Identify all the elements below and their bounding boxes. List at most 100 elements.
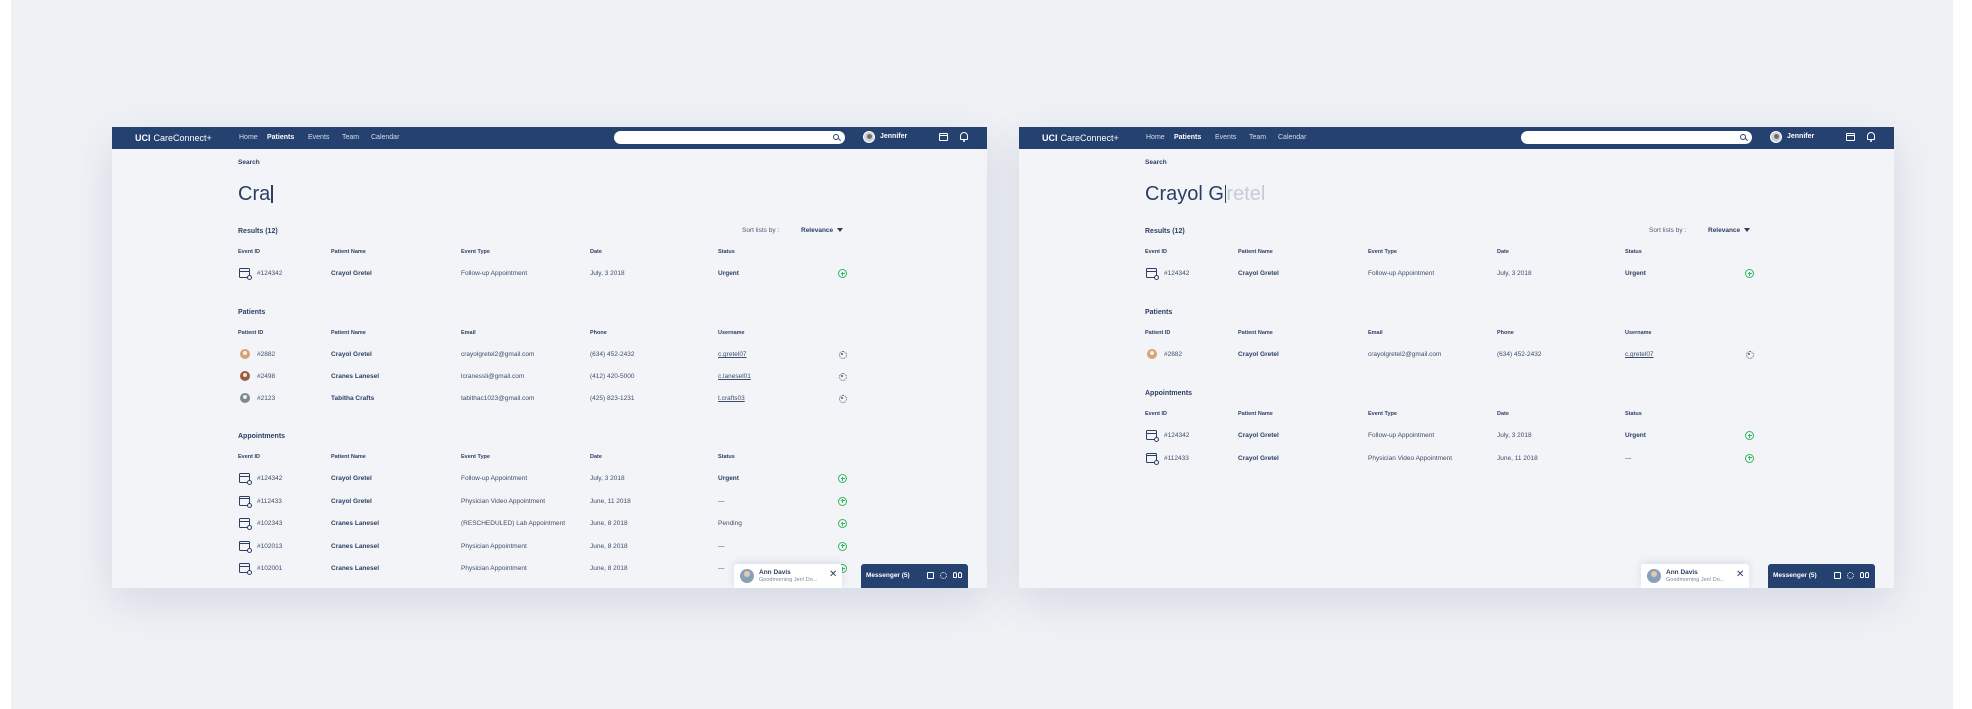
- section-title-patients: Patients: [238, 309, 266, 316]
- user-name[interactable]: Jennifer: [1787, 133, 1814, 140]
- section-title-appointments: Appointments: [1145, 390, 1193, 397]
- search-query-input[interactable]: Cra: [238, 183, 273, 206]
- patient-name[interactable]: Crayol Gretel: [331, 270, 372, 277]
- patient-name[interactable]: Crayol Gretel: [1238, 351, 1279, 358]
- gear-icon[interactable]: [1847, 572, 1854, 579]
- column-header: Event ID: [1145, 411, 1168, 417]
- add-circle-icon[interactable]: [838, 269, 847, 278]
- chat-conversation-card[interactable]: Ann Davis Goodmorning Jen! Do... ✕: [734, 564, 842, 588]
- patient-phone: (634) 452-2432: [1497, 351, 1542, 358]
- patient-name[interactable]: Cranes Lanesel: [331, 565, 379, 572]
- column-header: Event Type: [461, 454, 490, 460]
- user-avatar[interactable]: [863, 131, 875, 143]
- patient-name[interactable]: Tabitha Crafts: [331, 395, 374, 402]
- contacts-icon[interactable]: [953, 572, 962, 579]
- column-header: Phone: [1497, 330, 1514, 336]
- nav-home[interactable]: Home: [1146, 134, 1165, 141]
- add-circle-icon[interactable]: [838, 474, 847, 483]
- column-header: Event ID: [238, 454, 261, 460]
- sort-dropdown[interactable]: Relevance: [1708, 227, 1751, 234]
- sort-dropdown[interactable]: Relevance: [801, 227, 844, 234]
- search-icon[interactable]: [1740, 134, 1746, 140]
- user-name[interactable]: Jennifer: [880, 133, 907, 140]
- event-id: #124342: [257, 475, 283, 482]
- patient-username-link[interactable]: c.lanesel01: [718, 373, 751, 380]
- patient-name[interactable]: Crayol Gretel: [1238, 432, 1279, 439]
- compose-icon[interactable]: [1834, 572, 1841, 579]
- nav-patients[interactable]: Patients: [1174, 134, 1201, 141]
- patient-name[interactable]: Crayol Gretel: [1238, 455, 1279, 462]
- add-circle-icon[interactable]: [838, 519, 847, 528]
- calendar-event-icon: [239, 473, 252, 485]
- event-date: July, 3 2018: [590, 270, 625, 277]
- patient-name[interactable]: Crayol Gretel: [331, 351, 372, 358]
- patient-name[interactable]: Cranes Lanesel: [331, 543, 379, 550]
- nav-team[interactable]: Team: [1249, 134, 1266, 141]
- search-heading: Search: [238, 159, 260, 166]
- patient-name[interactable]: Crayol Gretel: [331, 498, 372, 505]
- patient-username-link[interactable]: t.crafts03: [718, 395, 745, 402]
- event-type: Physician Appointment: [461, 542, 527, 550]
- calendar-icon[interactable]: [1846, 133, 1855, 141]
- settings-gear-icon[interactable]: [838, 372, 847, 381]
- compose-icon[interactable]: [927, 572, 934, 579]
- status-text: Pending: [718, 520, 742, 527]
- event-date: June, 8 2018: [590, 565, 628, 572]
- patient-name[interactable]: Crayol Gretel: [1238, 270, 1279, 277]
- event-type: Physician Appointment: [461, 565, 527, 572]
- add-circle-icon[interactable]: [1745, 453, 1754, 463]
- nav-team[interactable]: Team: [342, 134, 359, 141]
- event-type: Follow-up Appointment: [1368, 432, 1435, 439]
- nav-events[interactable]: Events: [308, 134, 329, 141]
- notification-bell-icon[interactable]: [1867, 132, 1875, 142]
- status-text: —: [718, 565, 725, 572]
- close-icon[interactable]: ✕: [1736, 570, 1744, 580]
- nav-calendar[interactable]: Calendar: [1278, 134, 1306, 141]
- column-header: Event Type: [461, 249, 490, 255]
- status-text: —: [1625, 454, 1632, 462]
- nav-patients[interactable]: Patients: [267, 134, 294, 141]
- add-circle-icon[interactable]: [1745, 431, 1754, 440]
- column-header: Phone: [590, 330, 607, 336]
- app-logo[interactable]: UCI CareConnect+: [135, 133, 212, 143]
- settings-gear-icon[interactable]: [838, 394, 847, 403]
- nav-events[interactable]: Events: [1215, 134, 1236, 141]
- messenger-bar[interactable]: Messenger (5): [861, 564, 968, 588]
- query-text: Cra: [238, 183, 271, 205]
- status-text: Urgent: [1625, 270, 1646, 277]
- settings-gear-icon[interactable]: [1745, 350, 1754, 359]
- user-avatar[interactable]: [1770, 131, 1782, 143]
- notification-bell-icon[interactable]: [960, 132, 968, 142]
- event-type: Follow-up Appointment: [1368, 270, 1435, 277]
- search-icon[interactable]: [833, 134, 839, 140]
- column-header: Event ID: [1145, 249, 1168, 255]
- global-search-input[interactable]: [614, 131, 845, 144]
- add-circle-icon[interactable]: [838, 541, 847, 551]
- patient-name[interactable]: Crayol Gretel: [331, 475, 372, 482]
- settings-gear-icon[interactable]: [838, 350, 847, 359]
- sort-value: Relevance: [801, 227, 834, 234]
- chat-conversation-card[interactable]: Ann Davis Goodmorning Jen! Do... ✕: [1641, 564, 1749, 588]
- nav-home[interactable]: Home: [239, 134, 258, 141]
- column-header: Patient Name: [331, 454, 366, 460]
- patient-username-link[interactable]: c.gretel07: [718, 351, 747, 358]
- add-circle-icon[interactable]: [1745, 269, 1754, 278]
- event-id: #124342: [1164, 432, 1190, 439]
- add-circle-icon[interactable]: [838, 496, 847, 506]
- event-date: July, 3 2018: [590, 475, 625, 482]
- nav-calendar[interactable]: Calendar: [371, 134, 399, 141]
- messenger-bar[interactable]: Messenger (5): [1768, 564, 1875, 588]
- patient-username-link[interactable]: c.gretel07: [1625, 351, 1654, 358]
- event-id: #102013: [257, 542, 283, 550]
- calendar-icon[interactable]: [939, 133, 948, 141]
- patient-name[interactable]: Cranes Lanesel: [331, 373, 379, 380]
- search-query-input[interactable]: Crayol Gretel: [1145, 183, 1265, 206]
- caret-down-icon: [1744, 228, 1751, 232]
- close-icon[interactable]: ✕: [829, 570, 837, 580]
- patient-name[interactable]: Cranes Lanesel: [331, 520, 379, 527]
- contacts-icon[interactable]: [1860, 572, 1869, 579]
- global-search-input[interactable]: [1521, 131, 1752, 144]
- app-logo[interactable]: UCI CareConnect+: [1042, 133, 1119, 143]
- gear-icon[interactable]: [940, 572, 947, 579]
- patient-email: tabithac1023@gmail.com: [461, 395, 535, 402]
